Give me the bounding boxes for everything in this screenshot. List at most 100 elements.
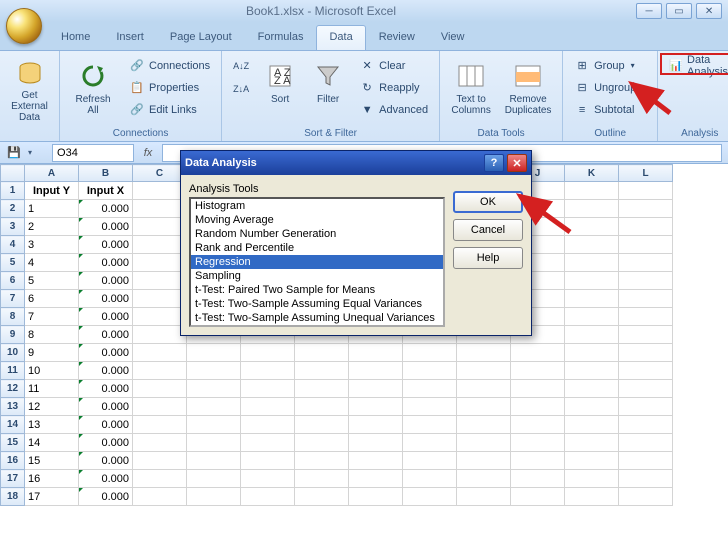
cell-A12[interactable]: 11 — [25, 380, 79, 398]
cell[interactable] — [403, 344, 457, 362]
cell[interactable] — [619, 344, 673, 362]
cell[interactable] — [187, 380, 241, 398]
properties-button[interactable]: 📋Properties — [124, 77, 215, 98]
cell-A7[interactable]: 6 — [25, 290, 79, 308]
cell[interactable] — [349, 452, 403, 470]
col-header-C[interactable]: C — [133, 165, 187, 182]
cell[interactable] — [295, 380, 349, 398]
cell[interactable] — [241, 380, 295, 398]
cell-B13[interactable]: 0.000 — [79, 398, 133, 416]
cell[interactable] — [349, 362, 403, 380]
cell[interactable] — [241, 470, 295, 488]
cell[interactable] — [619, 272, 673, 290]
cell[interactable] — [511, 416, 565, 434]
cell[interactable] — [403, 488, 457, 506]
row-header-16[interactable]: 16 — [1, 452, 25, 470]
cell[interactable] — [133, 416, 187, 434]
cell[interactable] — [565, 290, 619, 308]
cell[interactable] — [241, 488, 295, 506]
row-header-15[interactable]: 15 — [1, 434, 25, 452]
cell[interactable] — [295, 452, 349, 470]
cell[interactable] — [511, 488, 565, 506]
cell-A16[interactable]: 15 — [25, 452, 79, 470]
cell[interactable] — [403, 434, 457, 452]
cell[interactable] — [187, 488, 241, 506]
cell[interactable] — [565, 218, 619, 236]
sort-desc-button[interactable]: Z↓A — [228, 78, 254, 99]
cell[interactable] — [619, 416, 673, 434]
cell-B10[interactable]: 0.000 — [79, 344, 133, 362]
cell-B1[interactable]: Input X — [79, 182, 133, 200]
cell-A6[interactable]: 5 — [25, 272, 79, 290]
cell-B18[interactable]: 0.000 — [79, 488, 133, 506]
cell[interactable] — [295, 434, 349, 452]
cell-A2[interactable]: 1 — [25, 200, 79, 218]
cell[interactable] — [241, 362, 295, 380]
dialog-titlebar[interactable]: Data Analysis ? ✕ — [181, 151, 531, 175]
cell-B17[interactable]: 0.000 — [79, 470, 133, 488]
cell[interactable] — [133, 380, 187, 398]
clear-filter-button[interactable]: ✕Clear — [354, 55, 433, 76]
group-button[interactable]: ⊞Group▾ — [569, 55, 651, 76]
cell[interactable] — [511, 344, 565, 362]
cell-B3[interactable]: 0.000 — [79, 218, 133, 236]
cell[interactable] — [619, 254, 673, 272]
sort-button[interactable]: A ZZ A Sort — [258, 55, 302, 121]
tab-formulas[interactable]: Formulas — [245, 25, 317, 50]
cell[interactable] — [187, 416, 241, 434]
row-header-11[interactable]: 11 — [1, 362, 25, 380]
row-header-13[interactable]: 13 — [1, 398, 25, 416]
cell[interactable] — [403, 362, 457, 380]
cell[interactable] — [133, 272, 187, 290]
tool-item[interactable]: t-Test: Two-Sample Assuming Unequal Vari… — [191, 311, 443, 325]
cell[interactable] — [349, 344, 403, 362]
tool-item[interactable]: t-Test: Two-Sample Assuming Equal Varian… — [191, 297, 443, 311]
row-header-10[interactable]: 10 — [1, 344, 25, 362]
cell[interactable] — [565, 344, 619, 362]
cell[interactable] — [565, 488, 619, 506]
cell[interactable] — [457, 470, 511, 488]
cell[interactable] — [349, 380, 403, 398]
row-header-5[interactable]: 5 — [1, 254, 25, 272]
cell[interactable] — [565, 254, 619, 272]
reapply-button[interactable]: ↻Reapply — [354, 77, 433, 98]
cell[interactable] — [187, 344, 241, 362]
advanced-filter-button[interactable]: ▼Advanced — [354, 99, 433, 120]
row-header-8[interactable]: 8 — [1, 308, 25, 326]
cell[interactable] — [511, 398, 565, 416]
cell-B15[interactable]: 0.000 — [79, 434, 133, 452]
cell-A3[interactable]: 2 — [25, 218, 79, 236]
cell[interactable] — [457, 416, 511, 434]
cell[interactable] — [187, 452, 241, 470]
cell-B9[interactable]: 0.000 — [79, 326, 133, 344]
tool-item[interactable]: z-Test: Two Sample for Means — [191, 325, 443, 327]
row-header-18[interactable]: 18 — [1, 488, 25, 506]
cell-A17[interactable]: 16 — [25, 470, 79, 488]
cell[interactable] — [565, 398, 619, 416]
cell[interactable] — [295, 488, 349, 506]
row-header-1[interactable]: 1 — [1, 182, 25, 200]
cell[interactable] — [511, 470, 565, 488]
row-header-14[interactable]: 14 — [1, 416, 25, 434]
cell-A13[interactable]: 12 — [25, 398, 79, 416]
tool-item[interactable]: Regression — [191, 255, 443, 269]
cell[interactable] — [565, 470, 619, 488]
cell[interactable] — [403, 380, 457, 398]
dialog-close-button[interactable]: ✕ — [507, 154, 527, 172]
cell-B4[interactable]: 0.000 — [79, 236, 133, 254]
cell[interactable] — [295, 416, 349, 434]
cancel-button[interactable]: Cancel — [453, 219, 523, 241]
cell-A15[interactable]: 14 — [25, 434, 79, 452]
cell[interactable] — [133, 434, 187, 452]
cell-B11[interactable]: 0.000 — [79, 362, 133, 380]
tab-home[interactable]: Home — [48, 25, 103, 50]
cell[interactable] — [187, 434, 241, 452]
cell[interactable] — [133, 470, 187, 488]
cell[interactable] — [349, 398, 403, 416]
filter-button[interactable]: Filter — [306, 55, 350, 121]
cell[interactable] — [565, 452, 619, 470]
cell[interactable] — [241, 434, 295, 452]
cell[interactable] — [349, 416, 403, 434]
cell[interactable] — [565, 434, 619, 452]
cell[interactable] — [241, 416, 295, 434]
